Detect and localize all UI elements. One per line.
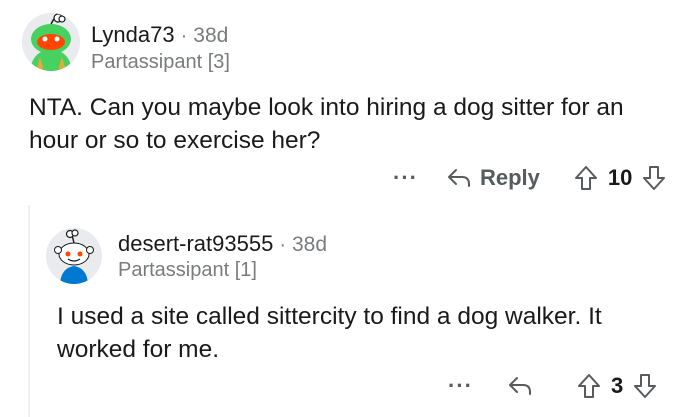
- avatar-desert-rat93555[interactable]: [46, 228, 102, 284]
- comment-age[interactable]: 38d: [193, 24, 228, 47]
- downvote-icon[interactable]: [642, 165, 666, 191]
- more-options-icon[interactable]: ···: [393, 165, 418, 191]
- comment-body-line: hour or so to exercise her?: [29, 127, 321, 154]
- reply-arrow-icon[interactable]: [507, 375, 533, 397]
- comment-body-line: worked for me.: [57, 336, 220, 363]
- more-options-icon[interactable]: ···: [448, 373, 473, 399]
- reply-label: Reply: [479, 165, 540, 190]
- comment-body: I used a site called sittercity to find …: [57, 300, 687, 366]
- reply-button[interactable]: Reply: [446, 165, 540, 191]
- comment-author-line: desert-rat93555 · 38d: [118, 231, 327, 257]
- comment-thread: Lynda73 · 38d Partassipant [3] NTA. Can yo…: [0, 0, 700, 417]
- comment-body: NTA. Can you maybe look into hiring a do…: [29, 91, 689, 157]
- snoo-avatar-icon: [22, 13, 80, 71]
- comment-author-line: Lynda73 · 38d: [91, 22, 228, 48]
- user-flair: Partassipant [1]: [118, 259, 257, 281]
- upvote-icon[interactable]: [574, 165, 598, 191]
- vote-count: 3: [610, 373, 624, 398]
- downvote-icon[interactable]: [633, 373, 657, 399]
- separator-dot: ·: [279, 234, 286, 256]
- comment-actions: ··· 3: [448, 371, 657, 401]
- comment-body-line: NTA. Can you maybe look into hiring a do…: [29, 94, 624, 121]
- comment-age[interactable]: 38d: [292, 233, 327, 256]
- vote-count: 10: [607, 165, 633, 190]
- comment-body-line: I used a site called sittercity to find …: [57, 303, 602, 330]
- username-link[interactable]: Lynda73: [91, 22, 175, 47]
- username-link[interactable]: desert-rat93555: [118, 231, 273, 256]
- user-flair: Partassipant [3]: [91, 51, 230, 73]
- reply-arrow-icon: [446, 167, 472, 189]
- snoo-avatar-icon: [46, 228, 102, 284]
- separator-dot: ·: [180, 25, 188, 47]
- avatar-lynda73[interactable]: [22, 13, 80, 71]
- upvote-icon[interactable]: [577, 373, 601, 399]
- comment-actions: ··· Reply 10: [393, 163, 666, 193]
- thread-collapse-line[interactable]: [28, 205, 30, 417]
